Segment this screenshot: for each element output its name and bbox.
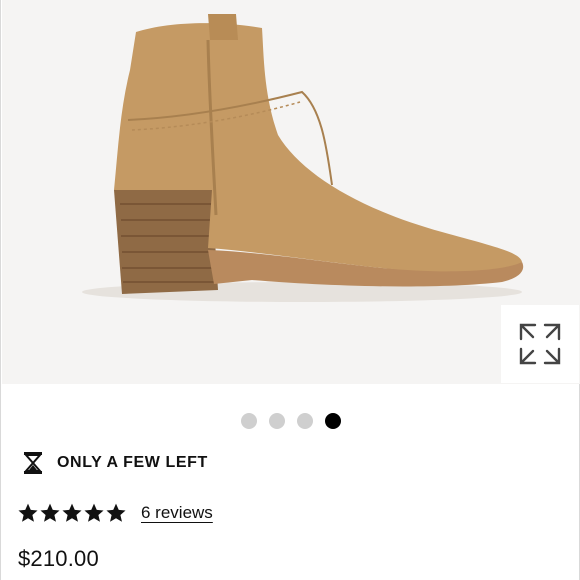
expand-image-button[interactable] xyxy=(501,305,579,383)
product-card: ONLY A FEW LEFT 6 reviews $210.00 xyxy=(0,0,580,580)
star-icon xyxy=(18,503,38,522)
hourglass-icon xyxy=(23,452,43,474)
boot-pull-tab xyxy=(208,14,238,40)
carousel-dot-1[interactable] xyxy=(241,413,257,429)
reviews-link[interactable]: 6 reviews xyxy=(141,503,213,523)
stock-status-label: ONLY A FEW LEFT xyxy=(57,454,208,471)
star-icon xyxy=(62,503,82,522)
stock-status: ONLY A FEW LEFT xyxy=(23,450,208,476)
star-icon xyxy=(106,503,126,522)
carousel-dot-3[interactable] xyxy=(297,413,313,429)
star-icon xyxy=(84,503,104,522)
rating-summary: 6 reviews xyxy=(17,499,213,527)
carousel-dot-2[interactable] xyxy=(269,413,285,429)
product-price: $210.00 xyxy=(18,546,99,571)
star-icon xyxy=(40,503,60,522)
boot-heel xyxy=(114,190,218,294)
carousel-dot-4[interactable] xyxy=(325,413,341,429)
product-image[interactable] xyxy=(2,0,580,384)
boot-illustration xyxy=(82,14,524,302)
carousel-dots xyxy=(1,413,580,433)
expand-arrows-icon xyxy=(519,323,561,365)
star-rating[interactable] xyxy=(17,502,127,524)
